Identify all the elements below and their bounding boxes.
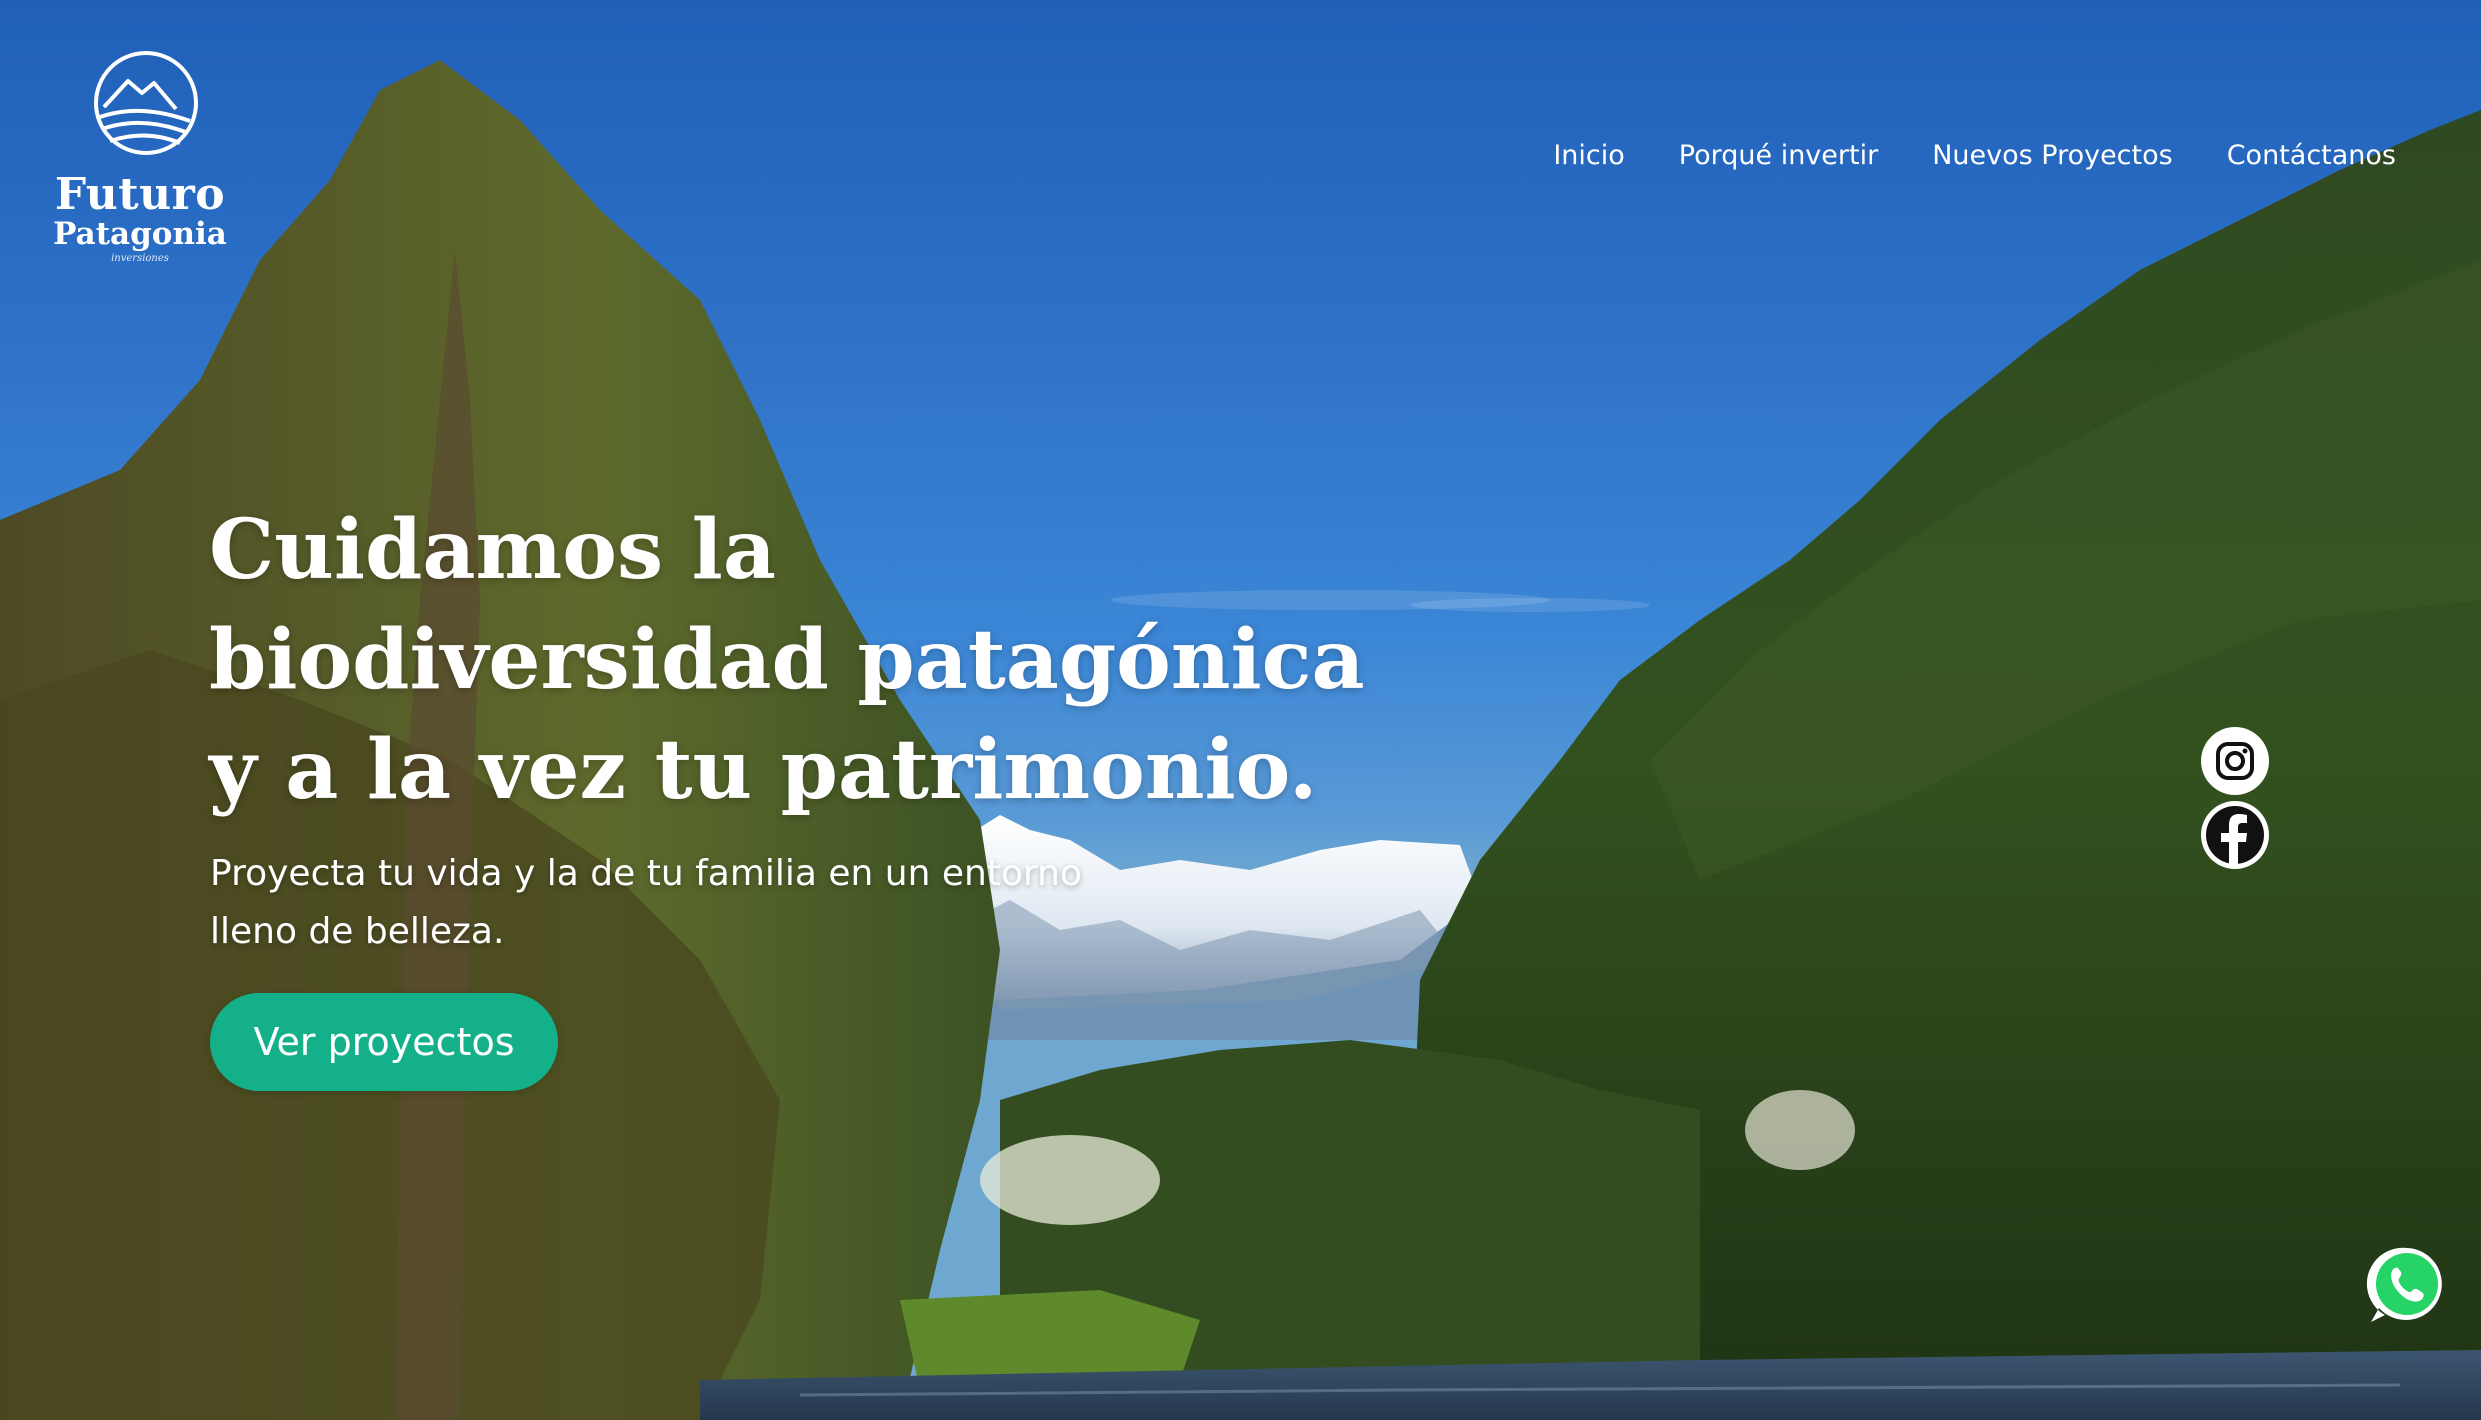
whatsapp-button[interactable] [2365,1242,2449,1326]
hero-subtext-line1: Proyecta tu vida y la de tu familia en u… [210,853,1082,894]
hero-headline: Cuidamos la biodiversidad patagónica y a… [209,495,1365,825]
main-nav: Inicio Porqué invertir Nuevos Proyectos … [1553,140,2396,171]
social-links [2201,727,2269,869]
facebook-link[interactable] [2201,801,2269,869]
instagram-link[interactable] [2201,727,2269,795]
logo-name-line1: Futuro [54,169,226,220]
whatsapp-icon [2366,1247,2442,1322]
instagram-icon [2216,742,2254,780]
hero-headline-line1: Cuidamos la [209,502,776,598]
nav-nuevos-proyectos[interactable]: Nuevos Proyectos [1932,140,2173,171]
nav-porque-invertir[interactable]: Porqué invertir [1679,140,1878,171]
logo-mark-icon [94,51,198,155]
site-logo[interactable]: Futuro Patagonia inversiones [50,45,230,275]
facebook-icon [2206,806,2264,866]
hero-headline-line2: biodiversidad patagónica [209,612,1365,708]
hero-subtext-line2: lleno de belleza. [210,911,505,952]
logo-tagline: inversiones [111,253,169,264]
hero-headline-line3: y a la vez tu patrimonio. [209,722,1318,818]
hero-subtext: Proyecta tu vida y la de tu familia en u… [210,845,1210,961]
nav-inicio[interactable]: Inicio [1553,140,1624,171]
hero-section: Futuro Patagonia inversiones Inicio Porq… [0,0,2481,1420]
nav-contactanos[interactable]: Contáctanos [2227,140,2396,171]
logo-name-line2: Patagonia [53,216,227,252]
ver-proyectos-button[interactable]: Ver proyectos [210,993,558,1091]
